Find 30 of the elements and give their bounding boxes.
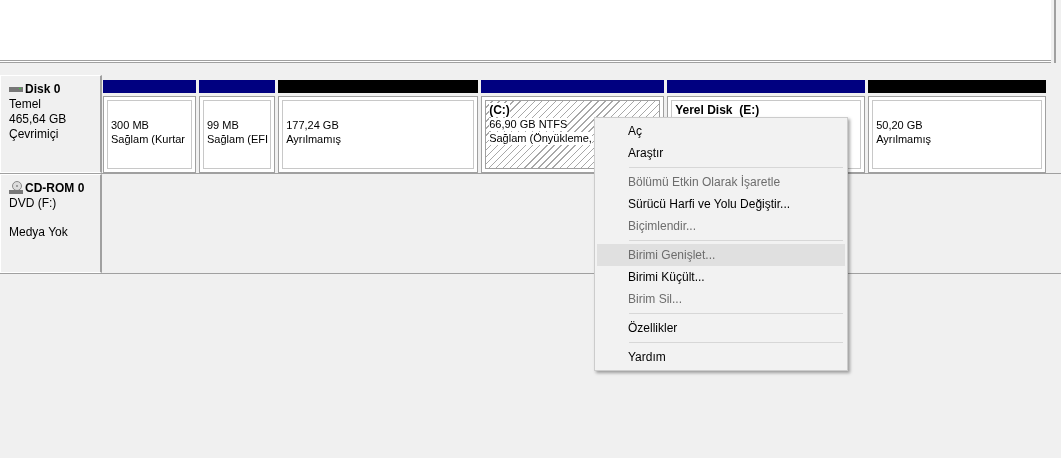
partition-info: 300 MB bbox=[111, 119, 149, 132]
partition-block[interactable]: 300 MB Sağlam (Kurtar bbox=[103, 96, 196, 173]
partition-info: 50,20 GB bbox=[876, 119, 923, 132]
disk-label-panel[interactable]: Disk 0 Temel 465,64 GB Çevrimiçi bbox=[0, 75, 102, 173]
partition-title: Yerel Disk (E:) bbox=[675, 103, 760, 117]
partition-info: Sağlam (Önyükleme, bbox=[489, 132, 592, 145]
menu-item[interactable]: Özellikler bbox=[597, 317, 845, 339]
partition-block[interactable]: 99 MB Sağlam (EFI bbox=[199, 96, 276, 173]
partition-info: Ayrılmamış bbox=[286, 133, 341, 146]
partition-title: (C:) bbox=[489, 103, 510, 117]
menu-item[interactable]: Sürücü Harfi ve Yolu Değiştir... bbox=[597, 193, 845, 215]
partition-info: 99 MB bbox=[207, 119, 239, 132]
disk-info: 465,64 GB bbox=[9, 112, 68, 126]
menu-item[interactable]: Yardım bbox=[597, 346, 845, 368]
partition-info: 177,24 GB bbox=[286, 119, 339, 132]
disk-info: Temel bbox=[9, 97, 42, 111]
disc-drive-icon bbox=[9, 181, 23, 195]
partition-info: Sağlam (EFI bbox=[207, 133, 269, 146]
partition-block[interactable]: 177,24 GB Ayrılmamış bbox=[278, 96, 479, 173]
disk-info: Çevrimiçi bbox=[9, 127, 60, 141]
partition-info: Ayrılmamış bbox=[876, 133, 931, 146]
disk-status: Medya Yok bbox=[9, 225, 69, 239]
partition-info: 66,90 GB NTFS bbox=[489, 118, 568, 131]
partition-block[interactable]: 50,20 GB Ayrılmamış bbox=[868, 96, 1047, 173]
menu-item[interactable]: Birimi Küçült... bbox=[597, 266, 845, 288]
disk-name: CD-ROM 0 bbox=[25, 181, 85, 195]
partition-info: Sağlam (Kurtar bbox=[111, 133, 185, 146]
disk-info: DVD (F:) bbox=[9, 196, 58, 210]
disk-label-panel[interactable]: CD-ROM 0 DVD (F:) Medya Yok bbox=[0, 174, 102, 273]
disk-name: Disk 0 bbox=[25, 82, 61, 96]
